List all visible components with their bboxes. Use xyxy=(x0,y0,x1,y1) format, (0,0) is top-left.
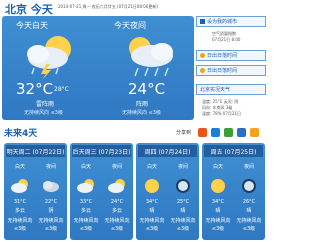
partly-cloudy-icon xyxy=(77,179,94,193)
day-label: 白天 xyxy=(212,164,223,170)
city-title: 北京 今天 xyxy=(5,1,53,17)
today-night-wind: 无持续风向 ≤3级 xyxy=(122,110,161,116)
day-wind-level: ≤3级 xyxy=(211,226,225,232)
day-label: 白天 xyxy=(146,164,157,170)
sunset-button[interactable]: 日出日落时间 xyxy=(196,65,266,76)
night-temp: 25°C xyxy=(176,199,190,205)
day-weather: 晴 xyxy=(215,208,221,214)
forecast-day-card: 后天周三 (07月23日) 白天 夜间 33°C 24°C 多云 多云无持续风向 无持续风向 ≤… xyxy=(70,143,133,240)
live-label: 北京实况天气 xyxy=(200,87,231,93)
day-temp: 34°C xyxy=(211,199,225,205)
night-wind-level: ≤3级 xyxy=(176,226,190,232)
day-temp: 33°C xyxy=(79,199,93,205)
clear-night-icon xyxy=(176,179,190,193)
night-label: 夜间 xyxy=(177,164,188,170)
night-wind: 无持续风向 xyxy=(104,218,130,224)
night-wind-level: ≤3级 xyxy=(242,226,256,232)
night-wind-level: ≤3级 xyxy=(44,226,58,232)
share-qzone-icon[interactable] xyxy=(211,128,220,137)
day-wind: 无持续风向 xyxy=(139,218,165,224)
sunrise-button[interactable]: 日出日落时间 xyxy=(196,50,266,61)
share-more-icon[interactable] xyxy=(250,128,259,137)
forecast-day-card: 周四 (07月24日) 白天 夜间 34°C 25°C 晴 晴无持续风向 无持续风向 ≤3级 ≤3… xyxy=(136,143,199,240)
night-temp: 24°C xyxy=(110,199,124,205)
update-info: 2014-07-21 周一 农历六月廿五 (07月21日08:00更新) xyxy=(58,4,158,9)
forecast-day-head: 后天周三 (07月23日) xyxy=(72,145,131,157)
overcast-icon xyxy=(43,181,59,192)
live-humidity: 湿度: 78% 07月21日 xyxy=(202,111,241,116)
day-weather: 晴 xyxy=(149,208,155,214)
today-night-weather: 阵雨 xyxy=(136,101,149,108)
night-weather: 阴 xyxy=(48,208,54,214)
share-label: 分享到 xyxy=(176,130,192,136)
forecast-day-head: 周五 (07月25日) xyxy=(204,145,263,157)
sun-icon xyxy=(200,68,205,73)
day-label: 白天 xyxy=(14,164,25,170)
share-weibo-icon[interactable] xyxy=(198,128,207,137)
thunderstorm-icon xyxy=(27,36,71,80)
forecast-title: 未来4天 xyxy=(4,129,38,139)
sidebar: 设为我的城市 空气质量指数 07月21日 8:00 日出日落时间 日出日落时间 … xyxy=(196,14,268,124)
today-high-temp: 28°C xyxy=(54,86,69,93)
forecast-day-head: 明天周二 (07月22日) xyxy=(6,145,65,157)
night-label: 夜间 xyxy=(45,164,56,170)
sun-icon xyxy=(200,53,205,58)
day-temp: 31°C xyxy=(13,199,27,205)
today-day-temp: 32°C xyxy=(16,80,54,98)
night-label: 夜间 xyxy=(111,164,122,170)
night-wind: 无持续风向 xyxy=(236,218,262,224)
night-wind: 无持续风向 xyxy=(38,218,64,224)
day-weather: 多云 xyxy=(80,208,91,214)
sunset-label: 日出日落时间 xyxy=(207,68,238,74)
today-day-wind: 无持续风向 ≤3级 xyxy=(24,110,63,116)
day-wind: 无持续风向 xyxy=(205,218,231,224)
day-wind-level: ≤3级 xyxy=(79,226,93,232)
forecast-day-card: 周五 (07月25日) 白天 夜间 34°C 26°C 晴 晴无持续风向 无持续风向 ≤3级 ≤3… xyxy=(202,143,265,240)
day-wind: 无持续风向 xyxy=(7,218,33,224)
night-weather: 晴 xyxy=(246,208,252,214)
partly-cloudy-icon xyxy=(11,179,28,193)
partly-cloudy-icon xyxy=(108,179,125,193)
day-label: 今天 xyxy=(30,3,53,16)
night-temp: 26°C xyxy=(242,199,256,205)
shower-icon xyxy=(129,37,173,77)
day-wind: 无持续风向 xyxy=(73,218,99,224)
day-label: 白天 xyxy=(80,164,91,170)
set-my-city-button[interactable]: 设为我的城市 xyxy=(196,16,266,27)
today-night-title: 今天夜间 xyxy=(114,21,146,30)
forecast-day-card: 明天周二 (07月22日) 白天 夜间 31°C 22°C 多云 阴无持续风向 无持续风向 ≤3… xyxy=(4,143,67,240)
day-wind-level: ≤3级 xyxy=(13,226,27,232)
night-weather: 多云 xyxy=(111,208,122,214)
sunny-icon xyxy=(211,179,225,193)
night-wind: 无持续风向 xyxy=(170,218,196,224)
sunrise-label: 日出日落时间 xyxy=(207,53,238,59)
aqi-time: 07月21日 8:00 xyxy=(212,37,241,42)
night-wind-level: ≤3级 xyxy=(110,226,124,232)
night-weather: 晴 xyxy=(180,208,186,214)
day-temp: 34°C xyxy=(145,199,159,205)
clear-night-icon xyxy=(242,179,256,193)
live-weather-button[interactable]: 北京实况天气 xyxy=(196,84,266,95)
today-panel: 今天白天 今天夜间 32°C 28°C 雷阵雨 无持续风向 ≤3级 24°C 阵… xyxy=(2,16,194,120)
today-day-weather: 雷阵雨 xyxy=(36,101,55,108)
day-wind-level: ≤3级 xyxy=(145,226,159,232)
share-renren-icon[interactable] xyxy=(224,128,233,137)
home-icon xyxy=(200,19,205,24)
share-tencent-icon[interactable] xyxy=(237,128,246,137)
night-temp: 22°C xyxy=(44,199,58,205)
sunny-icon xyxy=(145,179,159,193)
city-name: 北京 xyxy=(5,3,27,16)
today-day-title: 今天白天 xyxy=(16,21,48,30)
today-night-temp: 24°C xyxy=(128,80,166,98)
night-label: 夜间 xyxy=(243,164,254,170)
set-my-city-label: 设为我的城市 xyxy=(207,19,238,25)
day-weather: 多云 xyxy=(14,208,25,214)
forecast-day-head: 周四 (07月24日) xyxy=(138,145,197,157)
